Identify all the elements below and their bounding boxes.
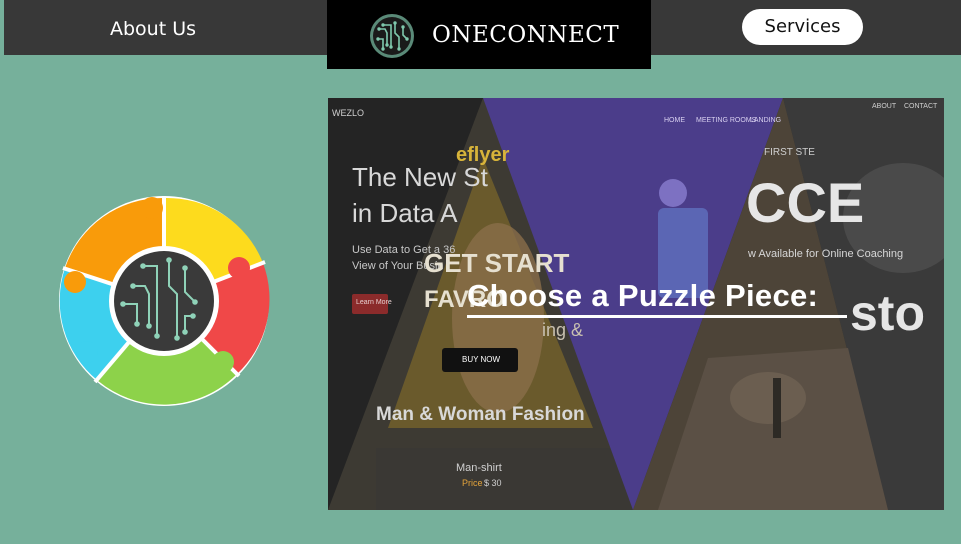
- slide2-section-title: Man & Woman Fashion: [376, 404, 585, 425]
- slide2-product-price-label: Price: [462, 478, 483, 488]
- slide2-cta-line3: ing &: [542, 320, 584, 340]
- brand-header[interactable]: ONECONNECT: [327, 0, 651, 69]
- slide4-big-text: sto: [850, 285, 925, 341]
- slide4-kicker: FIRST STE: [764, 147, 815, 158]
- slide2-cta-line1: GET START: [424, 248, 570, 278]
- slide2-product-name: Man-shirt: [456, 462, 502, 474]
- slide2-product-price-value: $ 30: [484, 478, 502, 488]
- slide4-subtext: w Available for Online Coaching: [748, 248, 904, 260]
- hero-title: Choose a Puzzle Piece:: [467, 278, 819, 313]
- slide4-nav-about[interactable]: ABOUT: [872, 103, 896, 110]
- slide3-nav-meeting-rooms[interactable]: MEETING ROOMS: [696, 117, 756, 124]
- puzzle-wheel-icon[interactable]: [53, 196, 275, 406]
- slide2-buy-now-button[interactable]: BUY NOW: [462, 355, 500, 364]
- brand-name: ONECONNECT: [432, 22, 620, 48]
- nav-about-us-link[interactable]: About Us: [110, 18, 196, 40]
- hero-collage[interactable]: WEZLO The New St in Data A Use Data to G…: [328, 98, 944, 510]
- slide1-nav-name: WEZLO: [332, 108, 365, 118]
- circuit-brain-icon: [370, 14, 414, 58]
- slide3-nav-home[interactable]: HOME: [664, 117, 685, 124]
- slide1-headline-line2: in Data A: [352, 198, 458, 228]
- slide2-brand: eflyer: [456, 144, 510, 166]
- slide1-learn-more-button[interactable]: Learn More: [356, 299, 392, 306]
- slide4-nav-contact[interactable]: CONTACT: [904, 103, 937, 110]
- services-button[interactable]: Services: [742, 9, 863, 45]
- slide4-headline: CCE: [746, 171, 865, 234]
- hero-title-underline: [467, 315, 847, 318]
- slide3-nav-landing[interactable]: LANDING: [750, 117, 781, 124]
